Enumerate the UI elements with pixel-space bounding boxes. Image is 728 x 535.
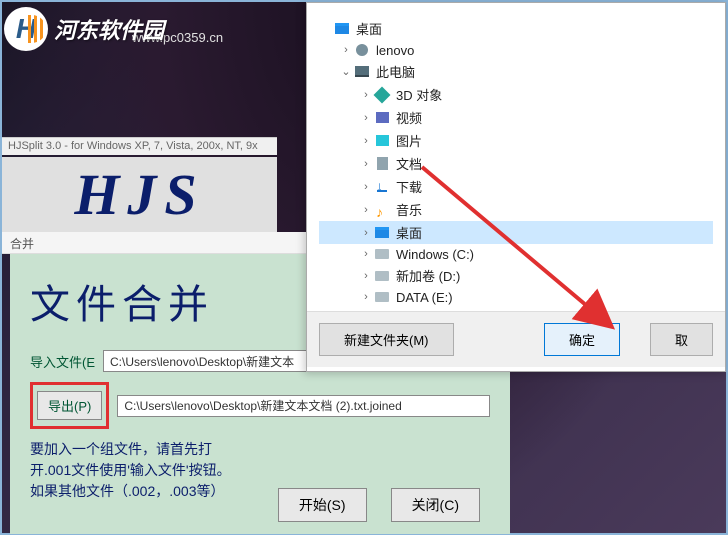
pic-icon <box>373 133 391 149</box>
ok-button[interactable]: 确定 <box>544 323 620 356</box>
export-button-highlight: 导出(P) <box>30 382 109 429</box>
cancel-button[interactable]: 取 <box>650 323 713 356</box>
new-folder-button[interactable]: 新建文件夹(M) <box>319 323 454 356</box>
output-file-path[interactable] <box>117 395 490 417</box>
close-button[interactable]: 关闭(C) <box>391 488 480 522</box>
tree-user[interactable]: › lenovo <box>319 40 713 60</box>
hjsplit-logo-text: HJS <box>74 161 204 228</box>
tree-desktop-root[interactable]: 桌面 <box>319 17 713 40</box>
logo-icon: H <box>4 7 48 51</box>
hjsplit-window-title: HJSplit 3.0 - for Windows XP, 7, Vista, … <box>2 137 277 155</box>
input-file-label: 导入文件(E <box>30 352 95 371</box>
drive-icon <box>373 268 391 284</box>
doc-icon <box>373 156 391 172</box>
user-icon <box>353 42 371 58</box>
folder-tree[interactable]: 桌面 › lenovo ⌄ 此电脑 › 3D 对象 › 视频 › 图片 › 文档… <box>307 3 725 311</box>
tree-d-drive[interactable]: › 新加卷 (D:) <box>319 264 713 287</box>
tree-pictures[interactable]: › 图片 <box>319 129 713 152</box>
drive-icon <box>373 246 391 262</box>
dialog-button-bar: 新建文件夹(M) 确定 取 <box>307 311 725 367</box>
desktop-icon <box>373 225 391 241</box>
logo-text: 河东软件园 <box>54 13 164 45</box>
tree-videos[interactable]: › 视频 <box>319 106 713 129</box>
video-icon <box>373 110 391 126</box>
obj3d-icon <box>373 87 391 103</box>
tree-3d-objects[interactable]: › 3D 对象 <box>319 83 713 106</box>
download-icon <box>373 179 391 195</box>
tree-documents[interactable]: › 文档 <box>319 152 713 175</box>
tree-e-drive[interactable]: › DATA (E:) <box>319 287 713 307</box>
pc-icon <box>353 64 371 80</box>
tree-desktop-selected[interactable]: › 桌面 <box>319 221 713 244</box>
desktop-icon <box>333 21 351 37</box>
tree-downloads[interactable]: › 下载 <box>319 175 713 198</box>
export-button[interactable]: 导出(P) <box>37 391 102 420</box>
music-icon <box>373 202 391 218</box>
start-button[interactable]: 开始(S) <box>278 488 367 522</box>
site-logo: H 河东软件园 <box>4 4 164 54</box>
tree-music[interactable]: › 音乐 <box>319 198 713 221</box>
hjsplit-banner: HJS <box>2 157 277 232</box>
tree-c-drive[interactable]: › Windows (C:) <box>319 244 713 264</box>
folder-browse-dialog: 桌面 › lenovo ⌄ 此电脑 › 3D 对象 › 视频 › 图片 › 文档… <box>306 2 726 372</box>
drive-icon <box>373 289 391 305</box>
tree-this-pc[interactable]: ⌄ 此电脑 <box>319 60 713 83</box>
